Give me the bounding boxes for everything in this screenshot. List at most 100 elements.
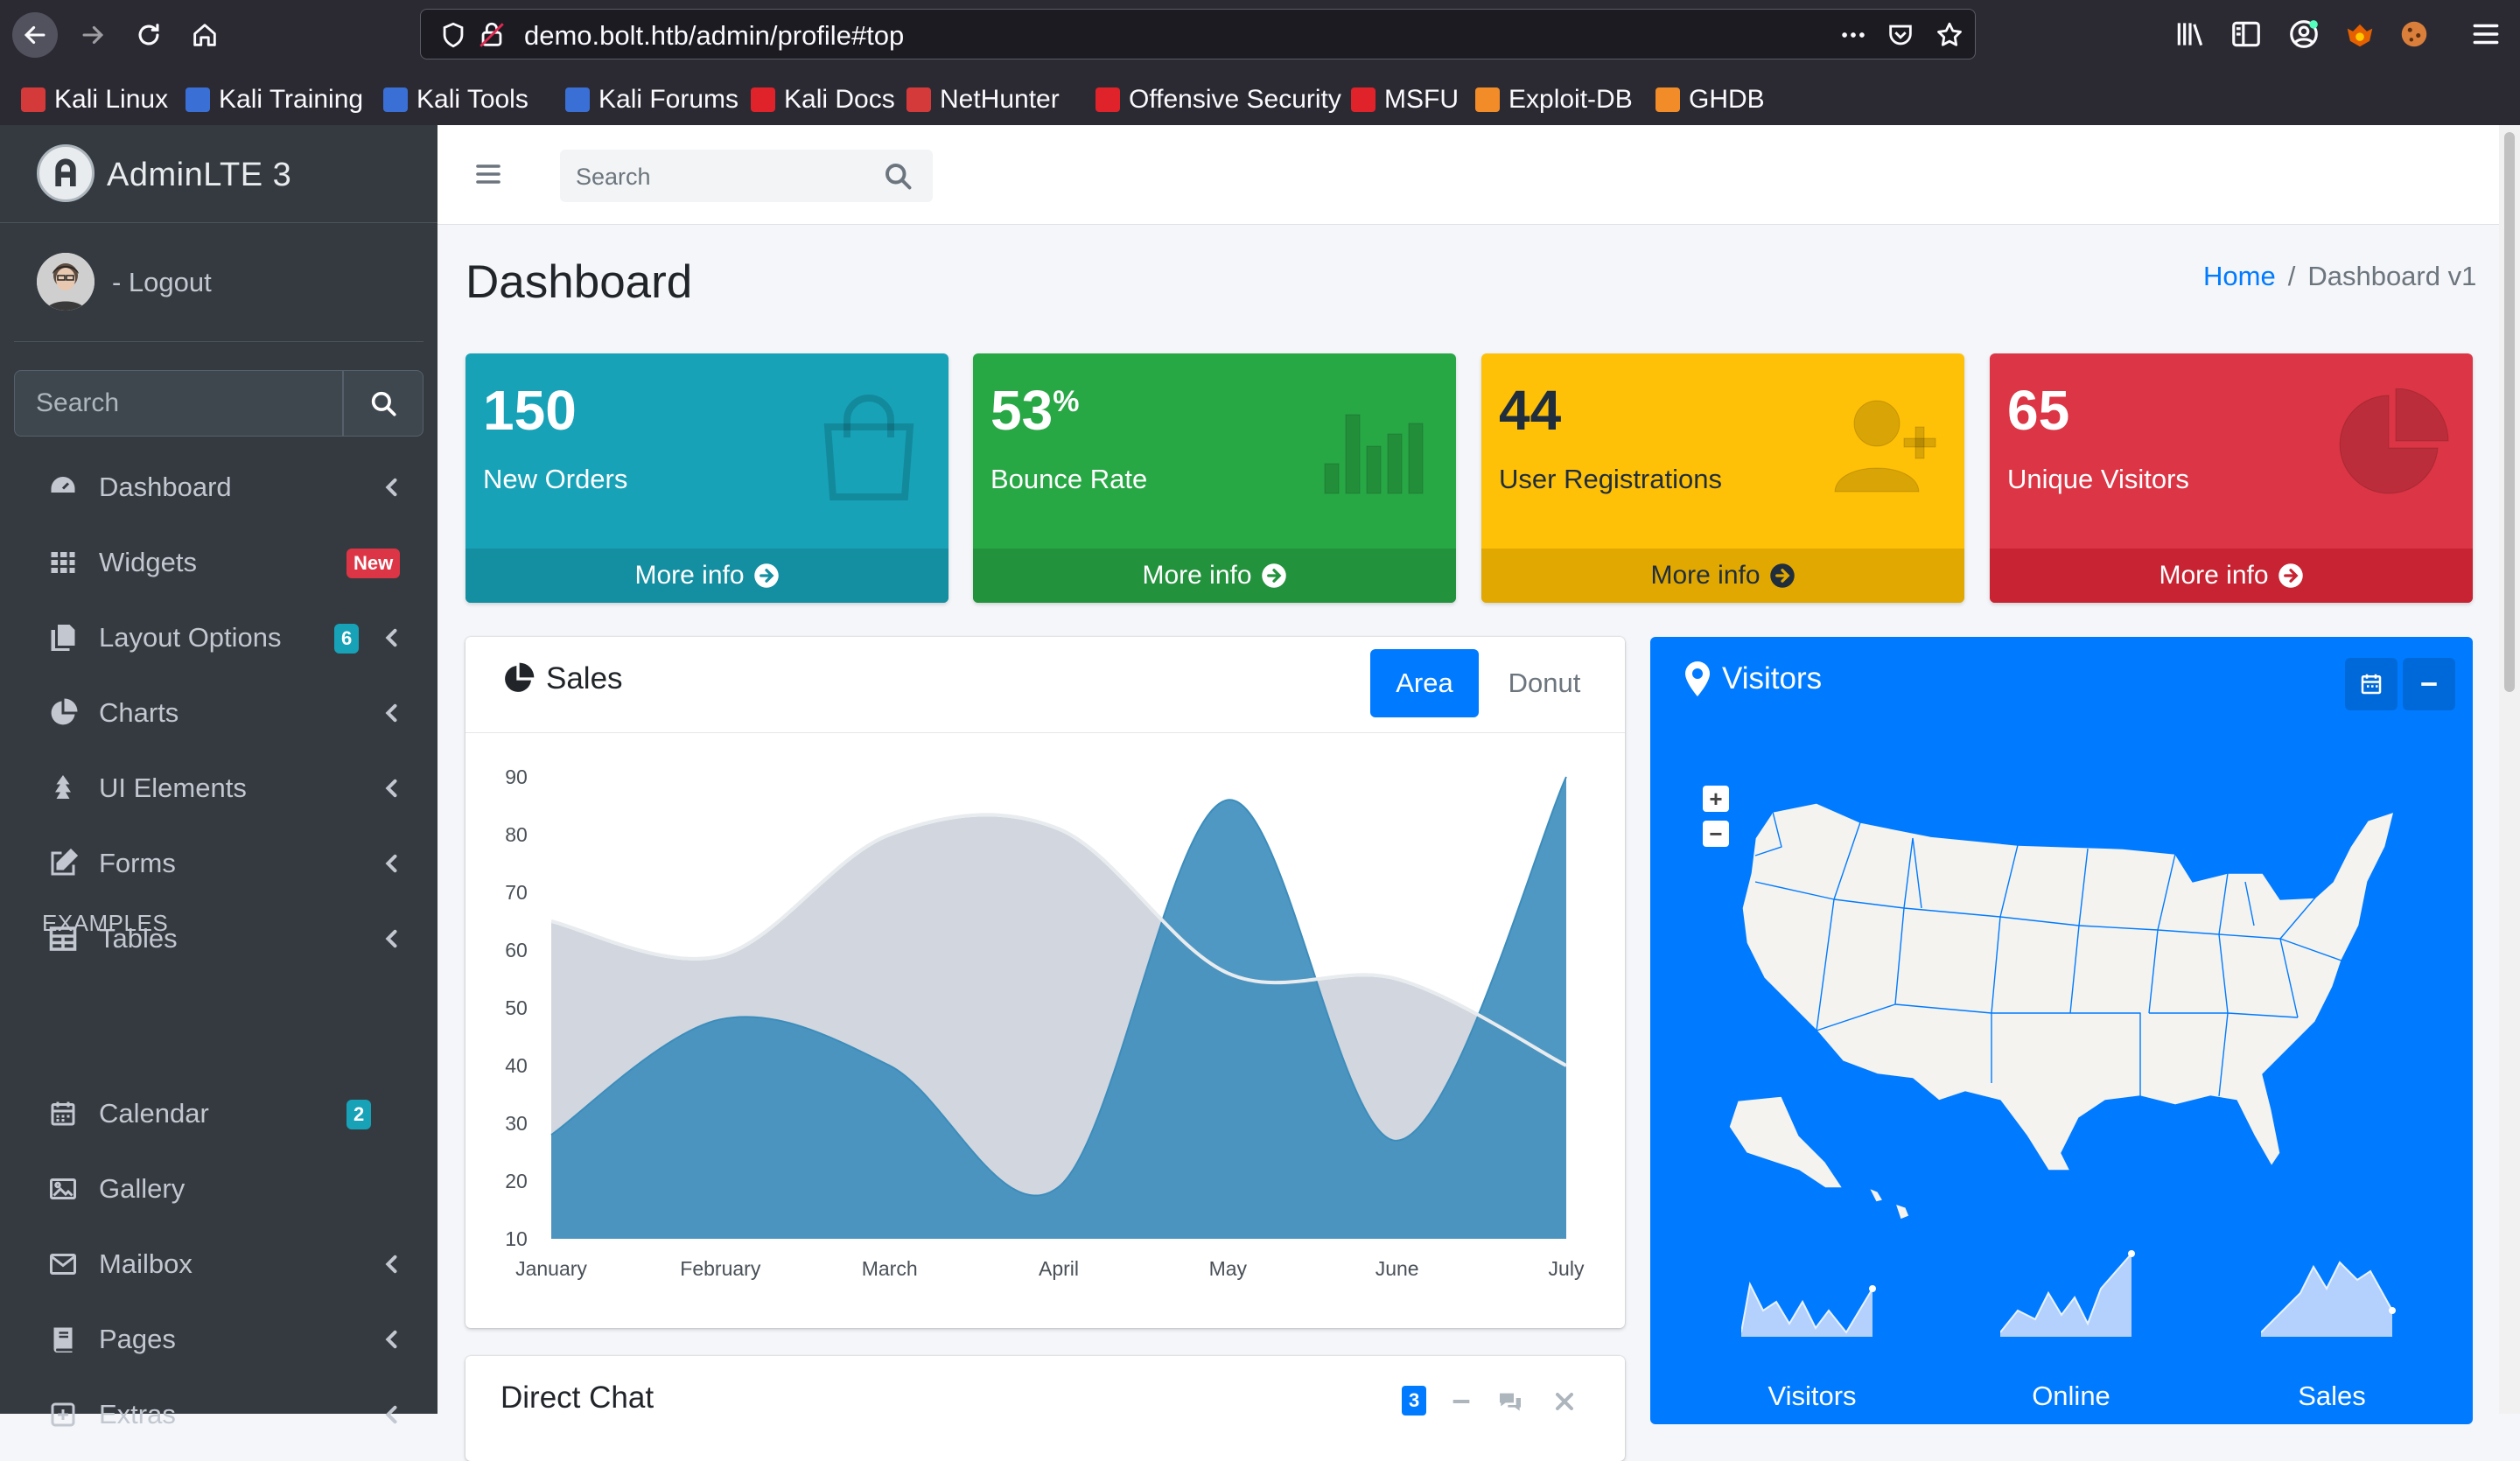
page-scrollbar[interactable] [2499, 125, 2520, 1414]
bookmark-item[interactable]: Kali Forums [565, 80, 738, 119]
sidebar-item-tables[interactable]: Tables [14, 905, 424, 972]
calendar-icon [2361, 674, 2382, 695]
arrow-circle-right-icon [1261, 563, 1286, 588]
sidebar-badge: 2 [346, 1100, 372, 1129]
bookmark-item[interactable]: NetHunter [906, 80, 1060, 119]
extension-fox-icon[interactable] [2343, 17, 2376, 51]
home-button[interactable] [182, 12, 228, 58]
brand-link[interactable]: AdminLTE 3 [0, 125, 438, 223]
sidebar-item-label: Widgets [99, 547, 197, 577]
forward-button[interactable] [70, 12, 116, 58]
envelope-icon [50, 1254, 76, 1275]
more-info-link[interactable]: More info [1481, 549, 1964, 603]
more-info-link[interactable]: More info [466, 549, 948, 603]
url-text[interactable]: demo.bolt.htb/admin/profile#top [524, 20, 904, 52]
navbar-search[interactable]: Search [560, 150, 933, 202]
bookmark-favicon-icon [1656, 87, 1680, 112]
bookmark-item[interactable]: MSFU [1351, 80, 1459, 119]
logout-link[interactable]: - Logout [112, 267, 212, 298]
bookmark-item[interactable]: Kali Tools [383, 80, 528, 119]
sidebar-item-ui-elements[interactable]: UI Elements [14, 755, 424, 821]
sidebar-search-button[interactable] [343, 370, 424, 437]
sidebar-item-widgets[interactable]: Widgets New [14, 529, 424, 596]
insecure-lock-icon[interactable] [477, 20, 507, 50]
chart-pie-icon [51, 698, 78, 725]
app-menu-icon[interactable] [2469, 17, 2502, 51]
bar-chart-icon [1324, 414, 1424, 494]
bookmark-favicon-icon [751, 87, 775, 112]
sidebar-item-label: Pages [99, 1324, 176, 1354]
more-info-link[interactable]: More info [973, 549, 1456, 603]
sidebar-item-layout-options[interactable]: Layout Options 6 [14, 605, 424, 671]
new-messages-badge: 3 [1402, 1386, 1427, 1416]
sidebar-item-dashboard[interactable]: Dashboard [14, 454, 424, 521]
sidebar-item-extras[interactable]: Extras [14, 1381, 424, 1448]
breadcrumb-home-link[interactable]: Home [2203, 261, 2276, 291]
sidebar-search-input[interactable]: Search [14, 370, 343, 437]
arrow-circle-right-icon [2278, 563, 2303, 588]
tab-donut[interactable]: Donut [1496, 649, 1592, 717]
library-icon[interactable] [2174, 17, 2207, 51]
x-tick-label: July [1549, 1257, 1585, 1280]
bookmark-item[interactable]: Kali Training [186, 80, 363, 119]
search-icon[interactable] [882, 160, 914, 192]
y-tick-label: 40 [505, 1054, 528, 1077]
sidebar-item-charts[interactable]: Charts [14, 680, 424, 746]
bookmark-favicon-icon [906, 87, 931, 112]
chevron-left-icon [385, 628, 397, 647]
minus-icon [2421, 682, 2437, 686]
reload-button[interactable] [126, 12, 172, 58]
back-button[interactable] [12, 12, 58, 58]
user-avatar [37, 253, 94, 311]
direct-chat-card: Direct Chat 3 [466, 1356, 1625, 1461]
collapse-icon[interactable] [1447, 1388, 1475, 1416]
bookmark-star-icon[interactable] [1935, 20, 1964, 50]
pocket-icon[interactable] [1886, 20, 1915, 50]
small-box-label: New Orders [483, 464, 628, 494]
collapse-button[interactable] [2403, 658, 2455, 710]
comments-icon[interactable] [1496, 1388, 1524, 1416]
chevron-left-icon [385, 1405, 397, 1424]
bookmark-item[interactable]: Kali Docs [751, 80, 895, 119]
date-range-button[interactable] [2345, 658, 2398, 710]
navbar-search-input[interactable]: Search [576, 164, 651, 191]
sparkline-sales: Sales [2240, 1249, 2415, 1416]
small-box-value: 65 [2007, 378, 2069, 443]
extension-cookie-icon[interactable] [2398, 17, 2431, 51]
more-actions-icon[interactable] [1838, 20, 1868, 50]
url-bar[interactable]: demo.bolt.htb/admin/profile#top [420, 9, 1976, 59]
x-tick-label: June [1376, 1257, 1419, 1280]
pie-chart-icon [2339, 388, 2449, 494]
tab-area[interactable]: Area [1370, 649, 1479, 717]
sidebar-item-calendar[interactable]: Calendar 2 [14, 1080, 424, 1147]
plus-square-icon [51, 1402, 75, 1427]
more-info-label: More info [1650, 561, 1760, 590]
close-icon[interactable] [1550, 1388, 1578, 1416]
reader-sidebar-icon[interactable] [2230, 17, 2263, 51]
scrollbar-thumb[interactable] [2504, 132, 2515, 692]
shield-icon[interactable] [438, 20, 468, 50]
bookmark-item[interactable]: GHDB [1656, 80, 1765, 119]
small-box-label: Unique Visitors [2007, 464, 2189, 494]
more-info-label: More info [2159, 561, 2269, 590]
small-box-number: 44 [1499, 379, 1562, 442]
more-info-label: More info [1142, 561, 1252, 590]
reload-icon [138, 24, 159, 45]
sparkline-online: Online [1979, 1249, 2154, 1416]
bookmark-item[interactable]: Exploit-DB [1475, 80, 1633, 119]
bookmark-item[interactable]: Offensive Security [1096, 80, 1341, 119]
sparkline-label: Online [2032, 1381, 2110, 1411]
usa-map[interactable] [1703, 751, 2394, 1223]
image-icon [50, 1178, 76, 1199]
th-icon [51, 552, 75, 573]
sidebar-item-gallery[interactable]: Gallery [14, 1156, 424, 1222]
bookmark-label: GHDB [1689, 85, 1765, 114]
sidebar-item-pages[interactable]: Pages [14, 1306, 424, 1373]
hamburger-menu-icon[interactable] [472, 158, 504, 190]
bookmark-item[interactable]: Kali Linux [21, 80, 168, 119]
sidebar-item-forms[interactable]: Forms [14, 830, 424, 897]
more-info-link[interactable]: More info [1990, 549, 2473, 603]
account-icon[interactable] [2287, 17, 2320, 51]
sidebar-item-mailbox[interactable]: Mailbox [14, 1231, 424, 1297]
arrow-right-icon [82, 25, 104, 45]
